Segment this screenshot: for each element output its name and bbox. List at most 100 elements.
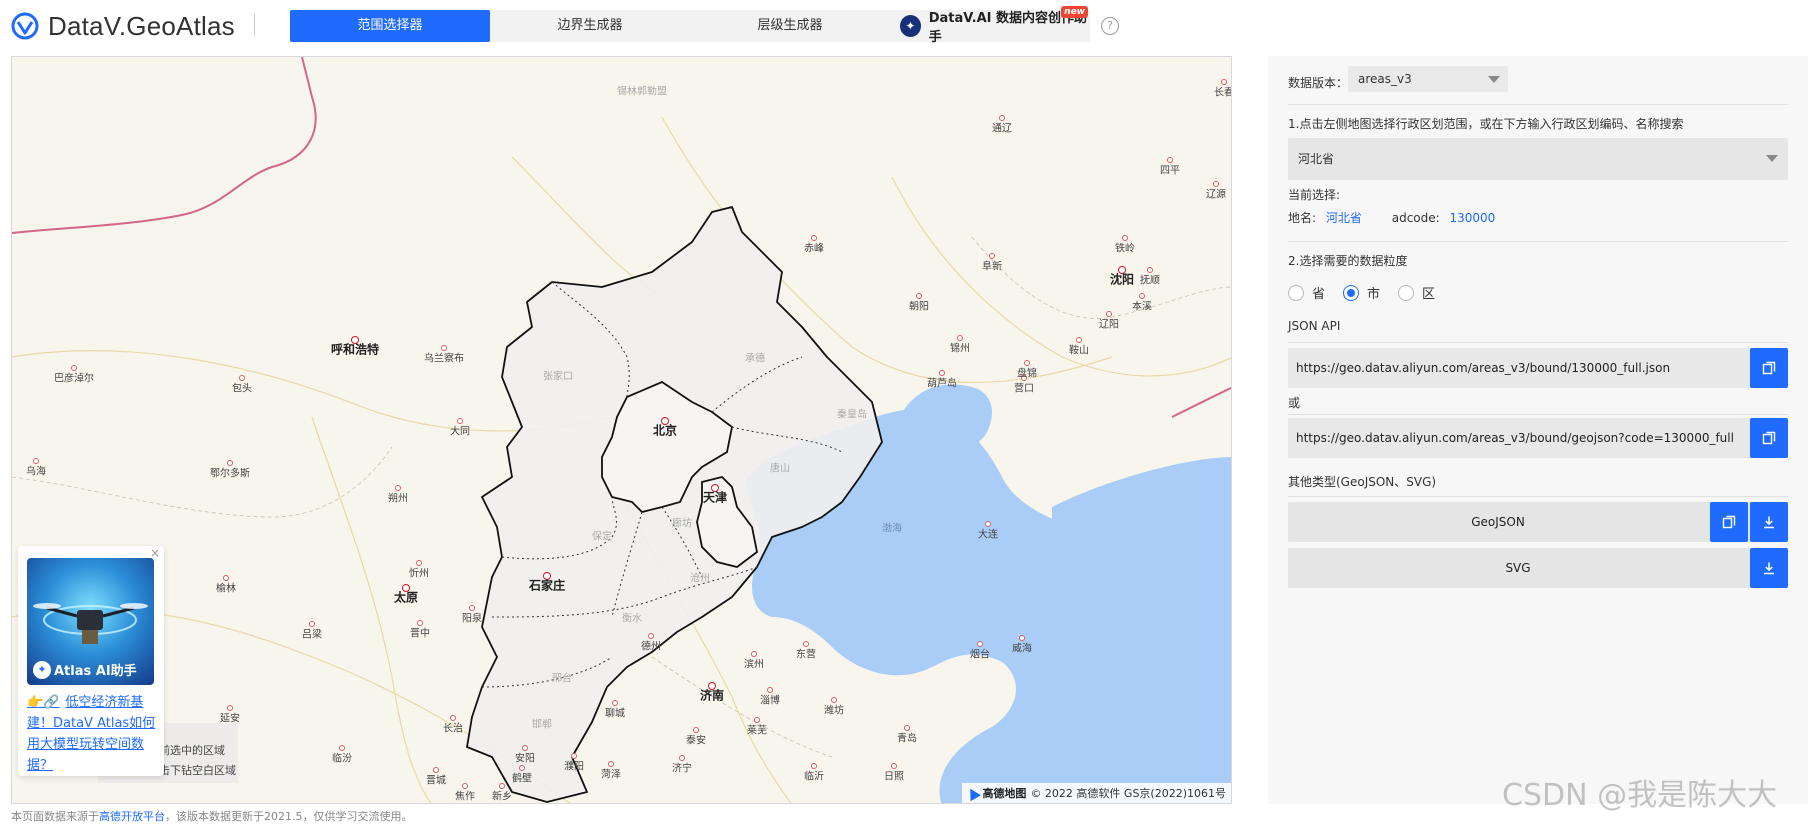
copy-icon <box>1762 431 1776 445</box>
brand-name: DataV.GeoAtlas <box>48 10 235 41</box>
national-border <box>12 57 317 234</box>
map-city-label: 抚顺 <box>1140 275 1160 287</box>
api-url-1[interactable]: https://geo.datav.aliyun.com/areas_v3/bo… <box>1296 348 1742 388</box>
map-city-label: 石家庄 <box>528 578 566 593</box>
atlas-ai-badge: ✦ Atlas AI助手 <box>33 660 137 679</box>
api-url-box-2: https://geo.datav.aliyun.com/areas_v3/bo… <box>1288 418 1788 458</box>
map-city-label: 盘锦 <box>1017 368 1037 380</box>
map-city-label: 天津 <box>702 490 728 505</box>
geojson-row: GeoJSON <box>1288 502 1788 542</box>
download-geojson-button[interactable] <box>1750 502 1788 542</box>
region-select[interactable]: 河北省 <box>1288 138 1788 180</box>
map-city-label: 大同 <box>450 426 470 438</box>
map-city-label: 赤峰 <box>804 243 824 255</box>
map-city-label: 乌海 <box>26 466 46 478</box>
map-city-label: 榆林 <box>216 583 236 595</box>
map-city-label: 巴彦淖尔 <box>54 373 94 385</box>
step1-label: 1.点击左侧地图选择行政区划范围，或在下方输入行政区划编码、名称搜索 <box>1288 117 1684 131</box>
map-city-label: 阳泉 <box>462 613 482 625</box>
map-city-label: 聊城 <box>605 708 625 720</box>
download-svg-button[interactable] <box>1750 548 1788 588</box>
header: DataV.GeoAtlas 范围选择器 边界生成器 层级生成器 ✦ DataV… <box>0 0 1814 52</box>
datav-ai-icon: ✦ <box>900 15 921 37</box>
map-city-label: 长春 <box>1214 87 1232 99</box>
map-attribution: 高德地图 © 2022 高德软件 GS京(2022)1061号 <box>962 783 1231 803</box>
map-city-label: 四平 <box>1160 165 1180 177</box>
map-city-label: 德州 <box>641 641 661 653</box>
tab-datav-ai[interactable]: ✦ DataV.AI 数据内容创作助手 new <box>890 6 1090 45</box>
map-city-label: 辽阳 <box>1099 319 1119 331</box>
help-icon[interactable]: ? <box>1101 17 1119 35</box>
chevron-down-icon <box>1488 76 1500 83</box>
map-city-label: 安阳 <box>515 753 535 765</box>
radio-circle <box>1343 284 1360 301</box>
map-city-label: 北京 <box>652 423 678 438</box>
map-canvas[interactable]: 北京 天津 石家庄 呼和浩特 太原 沈阳 济南 乌兰察布 巴彦淖尔 包头 鄂尔多斯 乌海 大同 朔州 忻州吕… <box>11 56 1232 804</box>
map-city-label: 朔州 <box>388 493 408 505</box>
api-url-box-1: https://geo.datav.aliyun.com/areas_v3/bo… <box>1288 348 1788 388</box>
map-city-label: 本溪 <box>1132 301 1152 313</box>
footer-prefix: 本页面数据来源于 <box>11 810 99 823</box>
map-city-label: 潍坊 <box>824 705 844 717</box>
copy-api-url-2-button[interactable] <box>1750 418 1788 458</box>
promo-link[interactable]: 👉🔗 低空经济新基建！DataV Atlas如何用大模型玩转空间数据？ <box>27 692 159 776</box>
logo-divider <box>254 14 255 36</box>
divider <box>1288 496 1788 497</box>
footer-note: 本页面数据来源于高德开放平台，该版本数据更新于2021.5，仅供学习交流使用。 <box>11 808 413 824</box>
radio-district[interactable]: 区 <box>1398 283 1435 302</box>
map-city-label: 烟台 <box>970 649 990 661</box>
map-city-label: 日照 <box>884 771 904 783</box>
divider <box>1288 104 1788 105</box>
radio-province[interactable]: 省 <box>1288 283 1325 302</box>
map-city-label: 威海 <box>1012 643 1032 655</box>
map-city-label: 辽源 <box>1206 189 1226 201</box>
map-city-label: 吕梁 <box>302 629 322 641</box>
map-city-label: 沈阳 <box>1109 272 1135 287</box>
map-city-label: 大连 <box>978 529 998 541</box>
svg-label: SVG <box>1505 561 1531 575</box>
region-value: 河北省 <box>1298 152 1335 166</box>
map-city-label: 营口 <box>1014 383 1034 395</box>
sparkle-icon: ✦ <box>33 660 51 679</box>
map-city-label: 滨州 <box>744 659 764 671</box>
map-city-label: 青岛 <box>897 733 917 745</box>
tab-boundary-generator[interactable]: 边界生成器 <box>490 10 690 42</box>
map-city-label: 临汾 <box>332 753 352 765</box>
map-city-label: 鄂尔多斯 <box>210 468 250 480</box>
map-city-label: 葫芦岛 <box>927 378 957 390</box>
map-city-label: 邯郸 <box>532 719 552 731</box>
granularity-radio-group: 省 市 区 <box>1288 283 1788 302</box>
logo[interactable]: DataV.GeoAtlas <box>10 8 235 44</box>
pointer-link-icon: 👉🔗 <box>27 695 60 710</box>
map-city-label: 晋中 <box>410 628 430 640</box>
copy-geojson-button[interactable] <box>1710 502 1748 542</box>
version-value: areas_v3 <box>1358 72 1412 86</box>
copy-api-url-1-button[interactable] <box>1750 348 1788 388</box>
or-label: 或 <box>1288 396 1301 410</box>
divider <box>1288 241 1788 242</box>
watermark: CSDN @我是陈大大 <box>1502 778 1778 813</box>
divider <box>1288 414 1788 415</box>
map-city-label: 承德 <box>745 353 765 365</box>
amap-platform-link[interactable]: 高德开放平台 <box>99 810 165 823</box>
version-select[interactable]: areas_v3 <box>1348 66 1508 92</box>
step2-label: 2.选择需要的数据粒度 <box>1288 254 1408 268</box>
copy-icon <box>1722 515 1736 529</box>
map-city-label: 长治 <box>443 723 463 735</box>
api-url-2[interactable]: https://geo.datav.aliyun.com/areas_v3/bo… <box>1296 418 1742 458</box>
map-city-label: 临沂 <box>804 771 824 783</box>
svg-row: SVG <box>1288 548 1788 588</box>
map-city-label: 焦作 <box>455 791 475 803</box>
sea-label: 渤海 <box>882 523 902 535</box>
radio-city[interactable]: 市 <box>1343 283 1380 302</box>
promo-image[interactable]: ✦ Atlas AI助手 <box>27 558 154 685</box>
download-icon <box>1764 562 1774 575</box>
tab-range-selector[interactable]: 范围选择器 <box>290 10 490 42</box>
tab-hierarchy-generator[interactable]: 层级生成器 <box>690 10 890 42</box>
geojson-label: GeoJSON <box>1471 515 1525 529</box>
radio-circle <box>1288 284 1304 301</box>
amap-logo: 高德地图 <box>965 785 1026 801</box>
other-types-label: 其他类型(GeoJSON、SVG) <box>1288 475 1437 489</box>
map-city-label: 泰安 <box>686 735 706 747</box>
adcode-label: adcode: <box>1391 211 1440 225</box>
